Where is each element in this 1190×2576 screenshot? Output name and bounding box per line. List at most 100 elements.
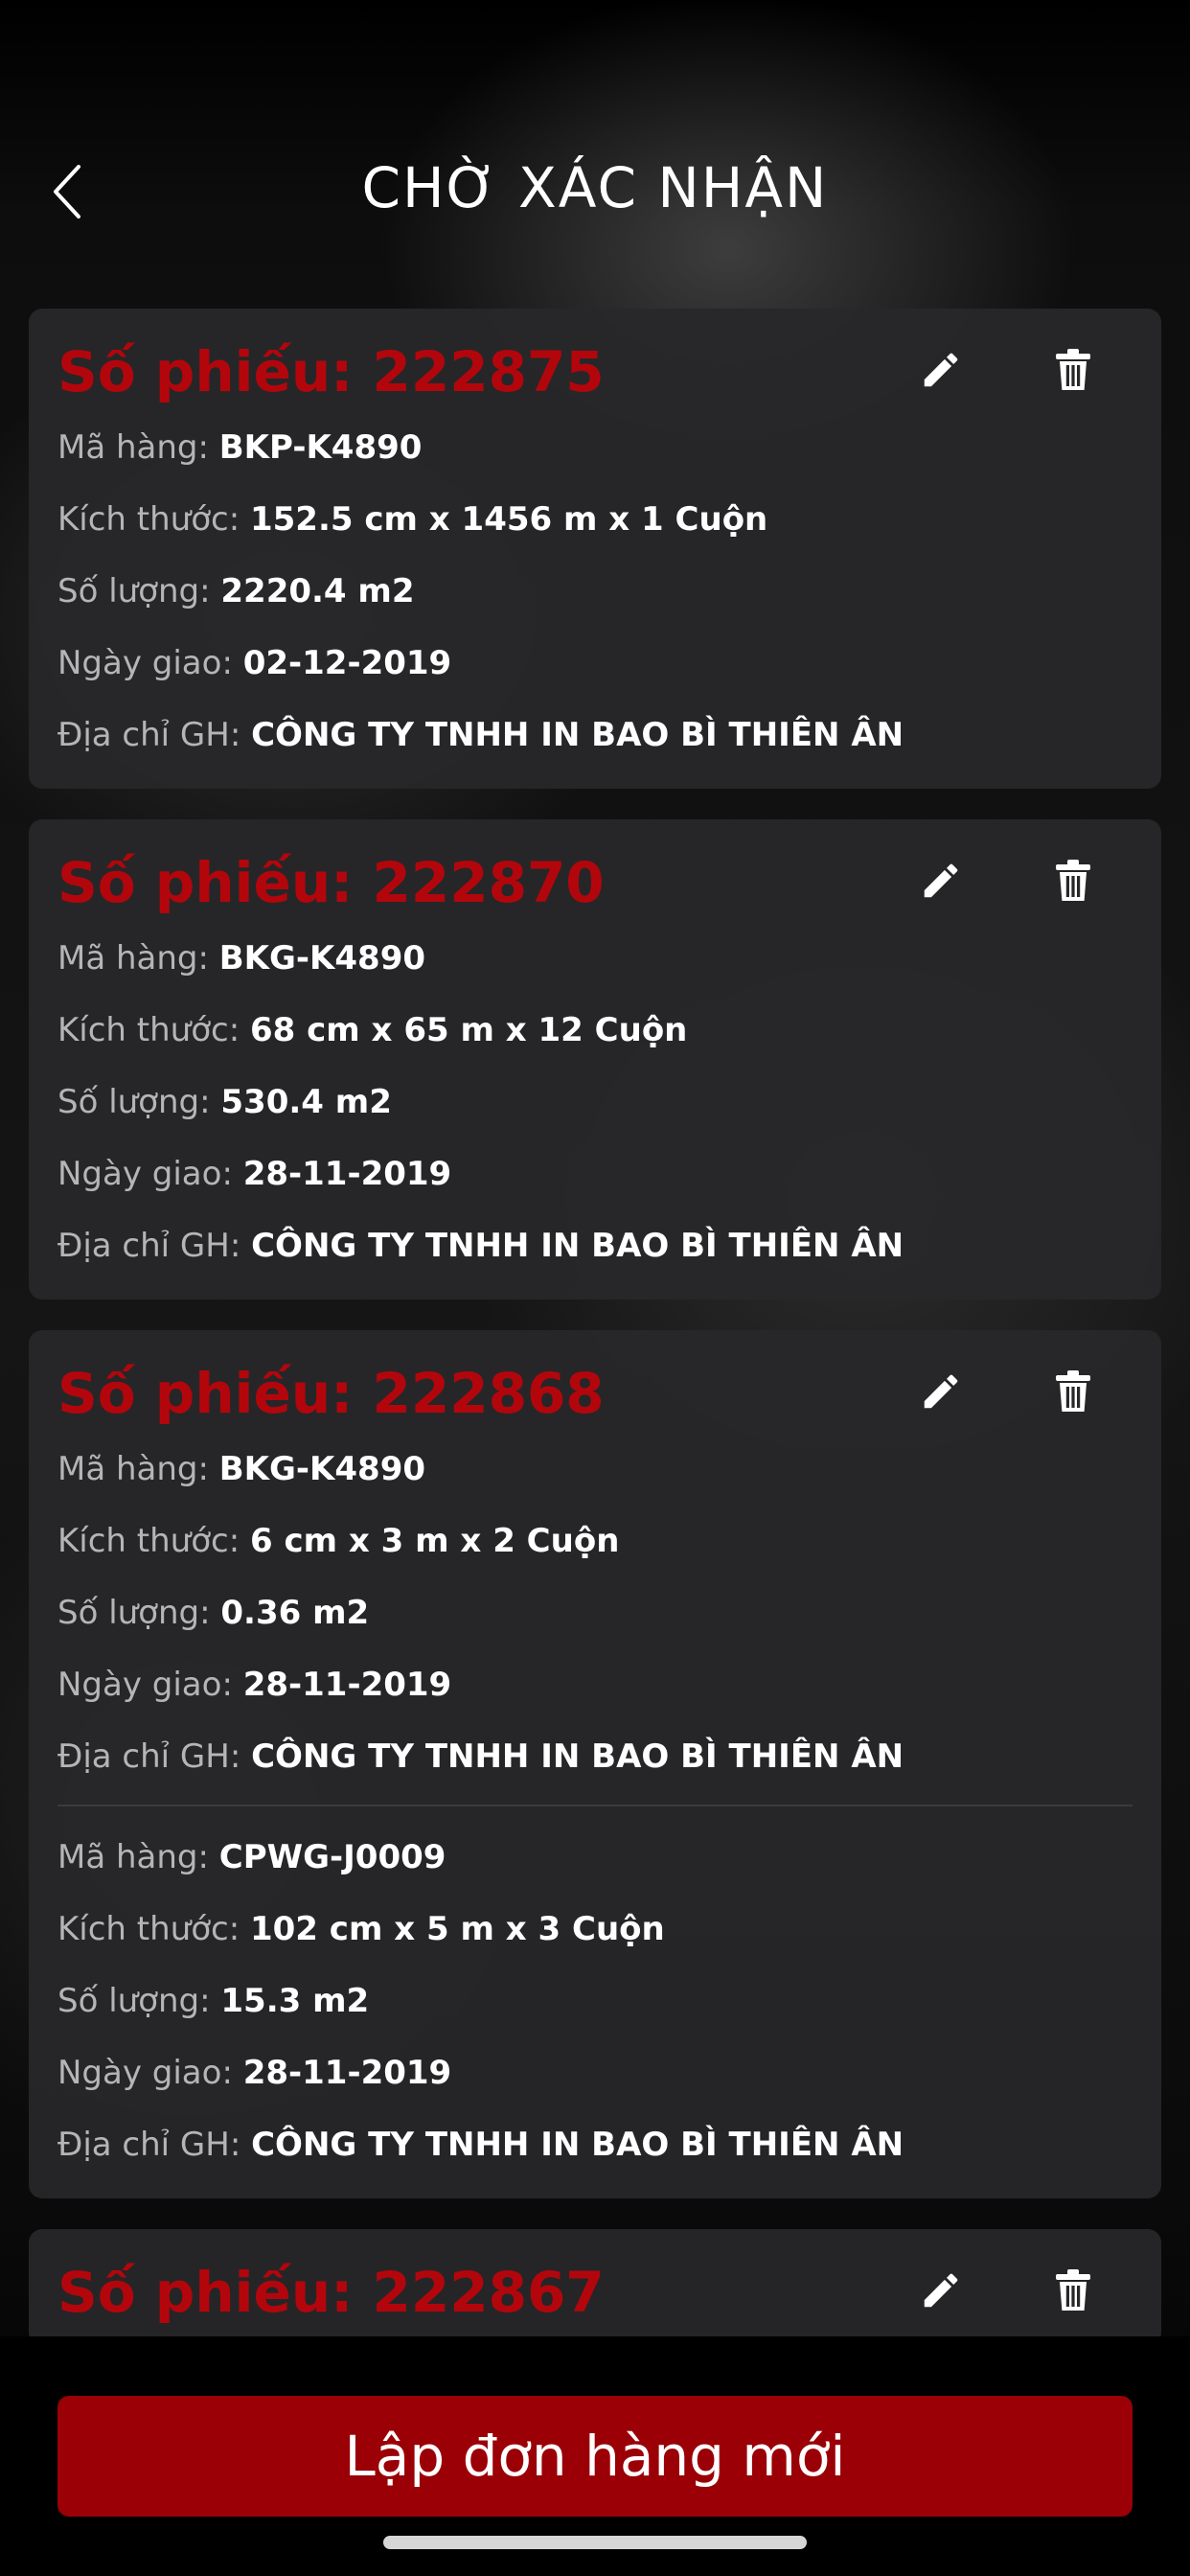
quantity-label: Số lượng: [57,1083,221,1121]
quantity-row: Số lượng: 530.4 m2 [57,1067,1133,1138]
quantity-row: Số lượng: 15.3 m2 [57,1966,1133,2037]
delete-button[interactable] [1044,343,1102,401]
delivery-address-value: CÔNG TY TNHH IN BAO BÌ THIÊN ÂN [251,716,904,754]
order-card[interactable]: Số phiếu: 222867 [29,2229,1161,2336]
quantity-value: 0.36 m2 [220,1594,370,1632]
ticket-number: Số phiếu: 222868 [57,1357,1133,1430]
order-list[interactable]: Số phiếu: 222875 Mã hàng: BKP-K4890 Kích t… [29,309,1161,2336]
size-value: 102 cm x 5 m x 3 Cuộn [249,1910,665,1948]
ticket-value: 222875 [372,339,605,404]
quantity-label: Số lượng: [57,1594,221,1632]
delivery-address-row: Địa chỉ GH: CÔNG TY TNHH IN BAO BÌ THIÊN… [57,700,1133,771]
delivery-address-row: Địa chỉ GH: CÔNG TY TNHH IN BAO BÌ THIÊN… [57,2109,1133,2181]
quantity-row: Số lượng: 0.36 m2 [57,1577,1133,1649]
product-code-row: Mã hàng: CPWG-J0009 [57,1822,1133,1894]
quantity-value: 2220.4 m2 [220,572,415,610]
delivery-date-row: Ngày giao: 28-11-2019 [57,1649,1133,1721]
home-indicator [383,2536,807,2549]
delivery-date-value: 28-11-2019 [242,1666,452,1704]
ticket-number: Số phiếu: 222875 [57,335,1133,408]
size-label: Kích thước: [57,1522,250,1560]
edit-button[interactable] [912,2264,970,2321]
edit-button[interactable] [912,854,970,911]
quantity-value: 15.3 m2 [220,1982,370,2020]
order-card[interactable]: Số phiếu: 222870 Mã hàng: BKG-K4890 Kích t… [29,819,1161,1300]
ticket-value: 222868 [372,1361,605,1426]
delete-button[interactable] [1044,2264,1102,2321]
product-code-value: CPWG-J0009 [218,1838,446,1876]
delivery-address-label: Địa chỉ GH: [57,716,252,754]
size-row: Kích thước: 102 cm x 5 m x 3 Cuộn [57,1894,1133,1966]
delivery-date-label: Ngày giao: [57,1666,243,1704]
delivery-date-value: 02-12-2019 [242,644,452,682]
size-row: Kích thước: 6 cm x 3 m x 2 Cuộn [57,1506,1133,1577]
product-code-row: Mã hàng: BKP-K4890 [57,412,1133,484]
size-value: 152.5 cm x 1456 m x 1 Cuộn [249,500,768,539]
delivery-date-label: Ngày giao: [57,1155,243,1193]
pencil-icon [919,1369,963,1417]
order-card[interactable]: Số phiếu: 222875 Mã hàng: BKP-K4890 Kích t… [29,309,1161,789]
delivery-date-value: 28-11-2019 [242,1155,452,1193]
size-label: Kích thước: [57,500,250,539]
size-label: Kích thước: [57,1011,250,1049]
ticket-number: Số phiếu: 222867 [57,2256,1133,2329]
pencil-icon [919,348,963,396]
product-code-value: BKP-K4890 [218,428,423,467]
size-value: 6 cm x 3 m x 2 Cuộn [249,1522,620,1560]
product-code-label: Mã hàng: [57,1450,219,1488]
quantity-row: Số lượng: 2220.4 m2 [57,556,1133,628]
trash-icon [1054,859,1092,907]
delivery-date-row: Ngày giao: 02-12-2019 [57,628,1133,700]
order-item: Mã hàng: BKG-K4890 Kích thước: 68 cm x 65… [57,923,1133,1282]
order-item: Mã hàng: CPWG-J0009 Kích thước: 102 cm x … [57,1822,1133,2181]
delivery-address-value: CÔNG TY TNHH IN BAO BÌ THIÊN ÂN [251,1737,904,1776]
product-code-value: BKG-K4890 [218,1450,426,1488]
product-code-row: Mã hàng: BKG-K4890 [57,1434,1133,1506]
size-row: Kích thước: 68 cm x 65 m x 12 Cuộn [57,995,1133,1067]
delete-button[interactable] [1044,1365,1102,1422]
product-code-value: BKG-K4890 [218,939,426,978]
edit-button[interactable] [912,1365,970,1422]
order-items: Mã hàng: BKG-K4890 Kích thước: 68 cm x 65… [57,923,1133,1282]
delivery-date-row: Ngày giao: 28-11-2019 [57,2037,1133,2109]
delivery-address-label: Địa chỉ GH: [57,1737,252,1776]
trash-icon [1054,1369,1092,1417]
edit-button[interactable] [912,343,970,401]
product-code-label: Mã hàng: [57,1838,219,1876]
quantity-value: 530.4 m2 [220,1083,392,1121]
ticket-label: Số phiếu: [57,2260,373,2325]
delivery-date-label: Ngày giao: [57,644,243,682]
ticket-label: Số phiếu: [57,850,373,915]
product-code-label: Mã hàng: [57,428,219,467]
top-bar: CHỜ XÁC NHẬN [0,144,1190,240]
ticket-label: Số phiếu: [57,1361,373,1426]
order-card[interactable]: Số phiếu: 222868 Mã hàng: BKG-K4890 Kích t… [29,1330,1161,2198]
trash-icon [1054,348,1092,396]
product-code-label: Mã hàng: [57,939,219,978]
size-label: Kích thước: [57,1910,250,1948]
delivery-address-label: Địa chỉ GH: [57,1227,252,1265]
ticket-label: Số phiếu: [57,339,373,404]
delivery-address-label: Địa chỉ GH: [57,2126,252,2164]
order-items: Mã hàng: BKP-K4890 Kích thước: 152.5 cm x… [57,412,1133,771]
delivery-address-value: CÔNG TY TNHH IN BAO BÌ THIÊN ÂN [251,1227,904,1265]
delivery-address-row: Địa chỉ GH: CÔNG TY TNHH IN BAO BÌ THIÊN… [57,1210,1133,1282]
ticket-value: 222870 [372,850,605,915]
new-order-button[interactable]: Lập đơn hàng mới [57,2396,1133,2517]
quantity-label: Số lượng: [57,572,221,610]
delivery-address-row: Địa chỉ GH: CÔNG TY TNHH IN BAO BÌ THIÊN… [57,1721,1133,1793]
order-card-header: Số phiếu: 222867 [57,2256,1133,2329]
order-card-header: Số phiếu: 222868 [57,1357,1133,1430]
delete-button[interactable] [1044,854,1102,911]
order-items: Mã hàng: BKG-K4890 Kích thước: 6 cm x 3 m… [57,1434,1133,2181]
delivery-date-row: Ngày giao: 28-11-2019 [57,1138,1133,1210]
delivery-date-label: Ngày giao: [57,2054,243,2092]
pencil-icon [919,2268,963,2316]
size-value: 68 cm x 65 m x 12 Cuộn [249,1011,688,1049]
item-divider [57,1805,1133,1806]
order-item: Mã hàng: BKP-K4890 Kích thước: 152.5 cm x… [57,412,1133,771]
order-card-header: Số phiếu: 222870 [57,846,1133,919]
delivery-address-value: CÔNG TY TNHH IN BAO BÌ THIÊN ÂN [251,2126,904,2164]
ticket-number: Số phiếu: 222870 [57,846,1133,919]
trash-icon [1054,2268,1092,2316]
